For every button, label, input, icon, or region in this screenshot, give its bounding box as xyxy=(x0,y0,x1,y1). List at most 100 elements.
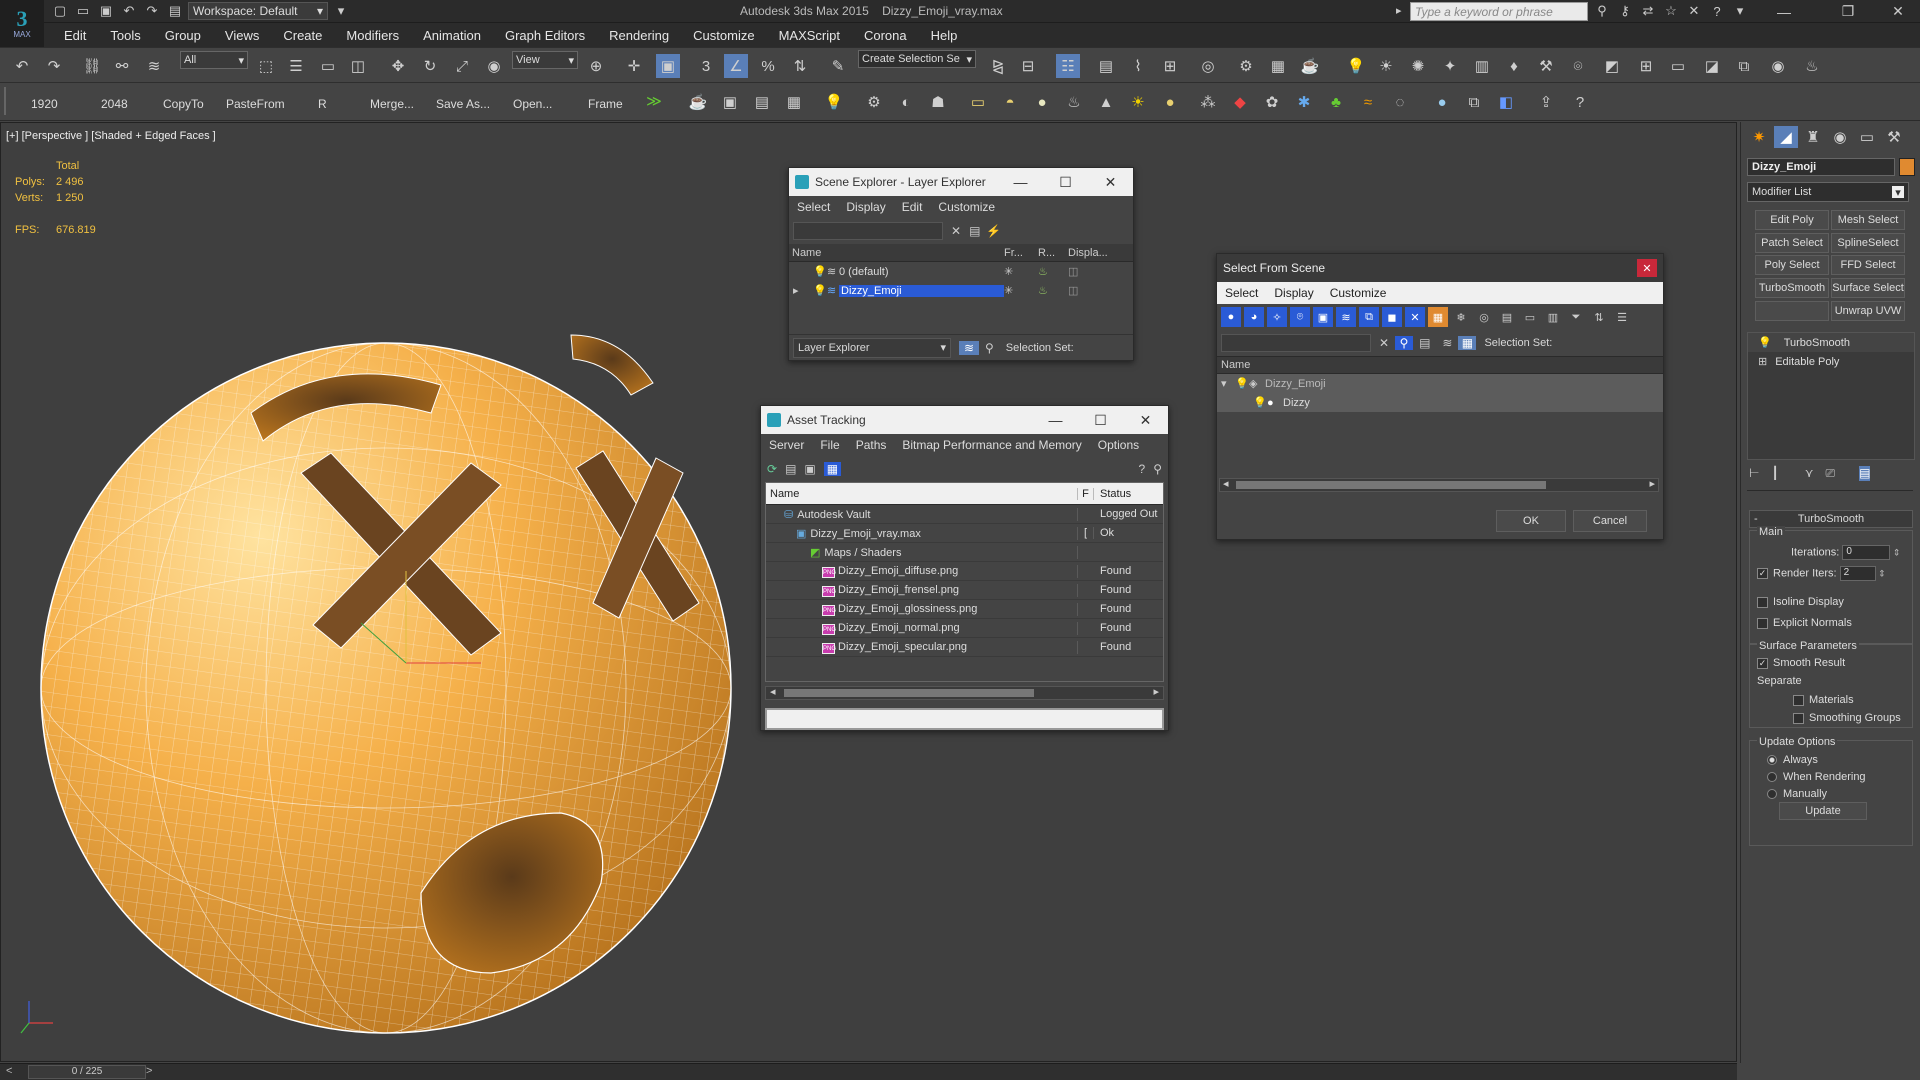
redo-icon[interactable]: ↷ xyxy=(42,54,66,78)
schematic-view-icon[interactable]: ⊞ xyxy=(1158,54,1182,78)
workspace-dropdown[interactable]: Workspace: Default ▾ xyxy=(188,2,328,20)
layer-mode-icon[interactable]: ≋ xyxy=(959,340,979,355)
remove-modifier-icon[interactable]: ⎚ xyxy=(1825,466,1835,481)
bones-filter-icon[interactable]: ✕ xyxy=(1405,307,1425,327)
expand-icon[interactable]: ▸ xyxy=(789,284,801,297)
find-options-icon[interactable]: ▤ xyxy=(1419,336,1430,350)
image-icon[interactable]: ▣ xyxy=(718,90,742,114)
sphere-icon[interactable]: ● xyxy=(1030,90,1054,114)
help-icon[interactable]: ? xyxy=(1707,2,1727,20)
display-tab-icon[interactable]: ▭ xyxy=(1855,126,1879,148)
always-radio[interactable] xyxy=(1767,755,1777,766)
undo-icon[interactable]: ↶ xyxy=(119,2,139,20)
asset-scrollbar[interactable]: ◂ ▸ xyxy=(765,686,1164,700)
helpers-filter-icon[interactable]: ▣ xyxy=(1313,307,1333,327)
manually-radio[interactable] xyxy=(1767,789,1777,800)
move-icon[interactable]: ✥ xyxy=(386,54,410,78)
link-icon[interactable]: ⛓ xyxy=(80,54,104,78)
menu-help[interactable]: Help xyxy=(919,28,970,43)
minimize-button[interactable]: — xyxy=(1033,406,1078,434)
render-teapot-icon[interactable]: ♨ xyxy=(1038,284,1068,297)
object-color-swatch[interactable] xyxy=(1899,158,1915,176)
scroll-left-icon[interactable]: ◂ xyxy=(770,685,776,698)
scroll-thumb[interactable] xyxy=(784,689,1034,697)
asset-row[interactable]: ▣ Dizzy_Emoji_vray.max[Ok xyxy=(766,524,1163,543)
select-from-scene-titlebar[interactable]: Select From Scene ✕ xyxy=(1217,254,1663,282)
menu-maxscript[interactable]: MAXScript xyxy=(767,28,852,43)
scene-explorer-icon[interactable]: ▤ xyxy=(1094,54,1118,78)
app-logo-button[interactable]: 3 MAX xyxy=(0,0,44,47)
layer-row[interactable]: ▸ 💡 ≋ Dizzy_Emoji ✳ ♨ ◫ xyxy=(789,281,1133,300)
asset-row[interactable]: PNG Dizzy_Emoji_frensel.png Found xyxy=(766,581,1163,600)
materials-checkbox[interactable] xyxy=(1793,694,1804,706)
table-view-icon[interactable]: ▦ xyxy=(823,462,842,476)
modifier-list-dropdown[interactable]: Modifier List ▾ xyxy=(1747,182,1909,202)
bulb-icon[interactable]: 💡 xyxy=(813,284,827,297)
place-icon[interactable]: ◉ xyxy=(482,54,506,78)
menu-customize[interactable]: Customize xyxy=(1322,286,1395,300)
smooth-result-checkbox[interactable]: ✓ xyxy=(1757,657,1768,669)
flower-icon[interactable]: ✿ xyxy=(1260,90,1284,114)
spinner-arrows-icon[interactable]: ⇕ xyxy=(1890,547,1901,557)
smoothing-groups-row[interactable]: Smoothing Groups xyxy=(1793,712,1901,724)
col-freeze[interactable]: Fr... xyxy=(1004,247,1038,259)
scroll-right-icon[interactable]: ▸ xyxy=(1153,685,1159,698)
modifier-button-patch-select[interactable]: Patch Select xyxy=(1755,233,1829,253)
bulb-icon[interactable]: 💡 xyxy=(1253,396,1267,409)
plane-icon[interactable]: ▭ xyxy=(966,90,990,114)
frame-button[interactable]: Frame xyxy=(588,97,623,111)
asset-row[interactable]: ⛁ Autodesk Vault Logged Out xyxy=(766,505,1163,524)
select-search-input[interactable] xyxy=(1221,334,1371,352)
percent-snap-icon[interactable]: % xyxy=(756,54,780,78)
render-iters-spinner[interactable]: 2 xyxy=(1839,566,1876,581)
layer-explorer-icon[interactable]: ☷ xyxy=(1056,54,1080,78)
iterations-spinner[interactable]: 0 xyxy=(1842,545,1891,560)
help-topics-icon[interactable]: ⚲ xyxy=(1153,462,1162,476)
display-invert-icon[interactable]: ▥ xyxy=(1543,307,1563,327)
chevron-expand-icon[interactable]: ≫ xyxy=(642,89,666,113)
col-f[interactable]: F xyxy=(1078,487,1094,500)
sort-icon[interactable]: ⇅ xyxy=(1589,307,1609,327)
rendered-frame-window-icon[interactable]: ▦ xyxy=(1266,54,1290,78)
menu-graph-editors[interactable]: Graph Editors xyxy=(493,28,597,43)
spinner-snap-icon[interactable]: ⇅ xyxy=(788,54,812,78)
display-none-icon[interactable]: ▭ xyxy=(1520,307,1540,327)
render-teapot-icon[interactable]: ♨ xyxy=(1038,265,1068,278)
layout-icon[interactable]: ▥ xyxy=(1470,54,1494,78)
hidden-filter-icon[interactable]: ◎ xyxy=(1474,307,1494,327)
viewport-shade-icon[interactable]: ◩ xyxy=(1600,54,1624,78)
reference-coordinate-dropdown[interactable]: View ▾ xyxy=(512,51,578,69)
half-circle-icon[interactable]: ◐ xyxy=(894,90,918,114)
search-expand-icon[interactable]: ▸ xyxy=(1396,4,1402,17)
modifier-button-mesh-select[interactable]: Mesh Select xyxy=(1831,210,1905,230)
eye-icon[interactable]: ◉ xyxy=(1766,54,1790,78)
render-teapot-icon[interactable]: ☕ xyxy=(1298,54,1322,78)
utilities-tab-icon[interactable]: ⚒ xyxy=(1882,126,1906,148)
mirror-icon[interactable]: ⧎ xyxy=(986,54,1010,78)
hair-fur-icon[interactable]: ≈ xyxy=(1356,90,1380,114)
cone-icon[interactable]: ▲ xyxy=(1094,90,1118,114)
display-all-icon[interactable]: ▤ xyxy=(1497,307,1517,327)
manually-row[interactable]: Manually xyxy=(1767,788,1827,800)
filter-icon[interactable]: ⏷ xyxy=(1566,307,1586,327)
menu-customize[interactable]: Customize xyxy=(930,200,1003,214)
angle-snap-icon[interactable]: ∠ xyxy=(724,54,748,78)
named-selection-set-dropdown[interactable]: Create Selection Se ▾ xyxy=(858,50,976,68)
merge-button[interactable]: Merge... xyxy=(370,97,414,111)
modifier-button-empty[interactable] xyxy=(1755,301,1829,321)
spinner-arrows-icon[interactable]: ⇕ xyxy=(1876,568,1886,578)
modifier-button-poly-select[interactable]: Poly Select xyxy=(1755,255,1829,275)
edit-named-sets-icon[interactable]: ✎ xyxy=(826,54,850,78)
light-lister-icon[interactable]: 💡 xyxy=(1344,54,1368,78)
groups-filter-icon[interactable]: ⧉ xyxy=(1359,307,1379,327)
ribbon-icon[interactable]: ◪ xyxy=(1700,54,1724,78)
col-name[interactable]: Name xyxy=(766,487,1078,500)
teapot-icon[interactable]: ☕ xyxy=(686,90,710,114)
omni-light-icon[interactable]: ● xyxy=(1158,90,1182,114)
grid-icon[interactable]: ⊞ xyxy=(1634,54,1658,78)
menu-paths[interactable]: Paths xyxy=(848,438,895,452)
clear-search-icon[interactable]: ✕ xyxy=(1379,336,1389,350)
new-file-icon[interactable]: ▢ xyxy=(50,2,70,20)
layer-row[interactable]: 💡 ≋ 0 (default) ✳ ♨ ◫ xyxy=(789,262,1133,281)
table-icon[interactable]: ▦ xyxy=(782,90,806,114)
